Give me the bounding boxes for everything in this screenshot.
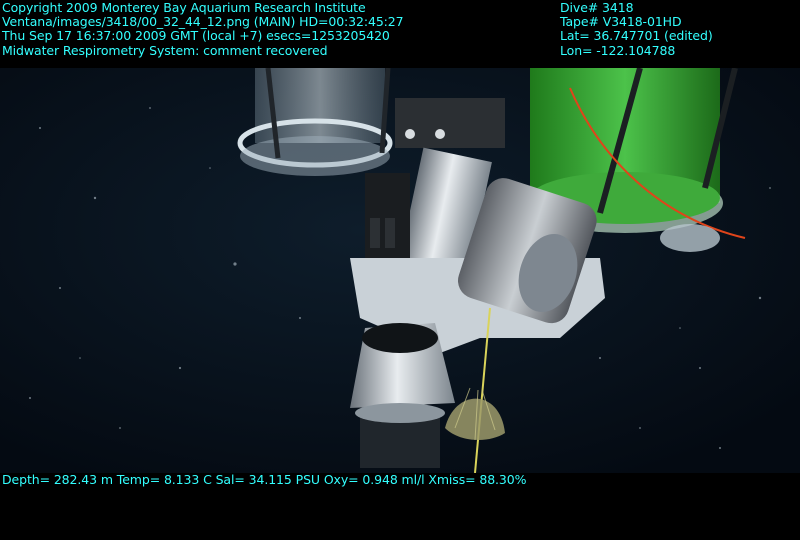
left-clear-chamber (237, 68, 393, 176)
copyright-text: Copyright 2009 Monterey Bay Aquarium Res… (2, 0, 366, 15)
dive-number-text: Dive# 3418 (560, 0, 634, 15)
underwater-photo (0, 68, 800, 473)
timestamp-text: Thu Sep 17 16:37:00 2009 GMT (local +7) … (2, 28, 390, 43)
latitude-text: Lat= 36.747701 (edited) (560, 28, 713, 43)
sensor-readout-text: Depth= 282.43 m Temp= 8.133 C Sal= 34.11… (2, 472, 527, 487)
intake-cone (350, 323, 455, 468)
comment-text: Midwater Respirometry System: comment re… (2, 43, 328, 58)
tape-number-text: Tape# V3418-01HD (560, 14, 682, 29)
image-path-text: Ventana/images/3418/00_32_44_12.png (MAI… (2, 14, 404, 29)
longitude-text: Lon= -122.104788 (560, 43, 676, 58)
respirometry-apparatus-illustration (0, 68, 800, 473)
